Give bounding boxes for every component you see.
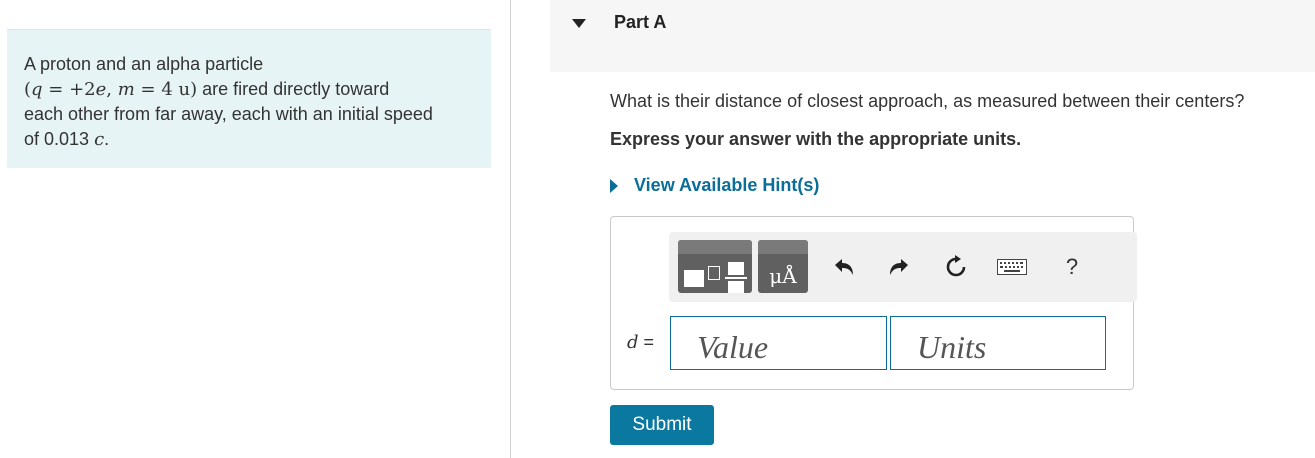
instruction-text: Express your answer with the appropriate… <box>610 129 1022 149</box>
help-icon[interactable]: ? <box>1057 252 1087 282</box>
math-eq2: = 4 u <box>134 79 191 100</box>
undo-icon[interactable] <box>829 252 859 282</box>
units-icon[interactable]: μÅ <box>758 240 808 293</box>
problem-text: A proton and an alpha particle (q = +2e,… <box>24 52 484 152</box>
redo-icon[interactable] <box>884 252 914 282</box>
speed-of-light-symbol: c <box>94 129 105 150</box>
answer-equals: = <box>638 332 655 352</box>
problem-line-1: A proton and an alpha particle <box>24 54 264 74</box>
problem-line-2: are fired directly toward <box>197 79 390 99</box>
templates-icon[interactable] <box>678 240 752 293</box>
column-divider <box>510 0 511 458</box>
problem-statement-panel: A proton and an alpha particle (q = +2e,… <box>7 29 491 168</box>
view-hints-label: View Available Hint(s) <box>634 175 820 195</box>
math-eq1: = +2 <box>42 79 96 100</box>
collapse-triangle-icon[interactable] <box>572 19 586 28</box>
math-toolbar: μÅ ? <box>669 232 1137 302</box>
reset-icon[interactable] <box>941 252 971 282</box>
math-comma: , <box>106 79 118 100</box>
answer-variable: d <box>627 332 639 353</box>
part-header[interactable]: Part A <box>550 0 1315 72</box>
particle-properties-math: (q = +2e, m = 4 u) <box>24 79 198 100</box>
question-text: What is their distance of closest approa… <box>610 91 1245 111</box>
expand-arrow-icon <box>610 178 618 193</box>
math-q: q <box>31 79 43 100</box>
value-input[interactable] <box>670 316 887 370</box>
problem-line-4-suffix: . <box>104 129 110 149</box>
answer-box: μÅ ? d = Value Units <box>610 216 1137 390</box>
view-hints-link[interactable]: View Available Hint(s) <box>610 175 819 196</box>
answer-variable-label: d = <box>627 332 654 353</box>
units-input[interactable] <box>890 316 1106 370</box>
part-title: Part A <box>614 12 667 32</box>
page: A proton and an alpha particle (q = +2e,… <box>0 0 1315 458</box>
math-e: e <box>95 79 107 100</box>
problem-line-4-prefix: of 0.013 <box>24 129 95 149</box>
math-m: m <box>117 79 135 100</box>
submit-button[interactable]: Submit <box>610 405 714 445</box>
keyboard-icon[interactable] <box>997 252 1027 282</box>
units-glyph: μÅ <box>769 264 797 288</box>
problem-line-3: each other from far away, each with an i… <box>24 104 433 124</box>
